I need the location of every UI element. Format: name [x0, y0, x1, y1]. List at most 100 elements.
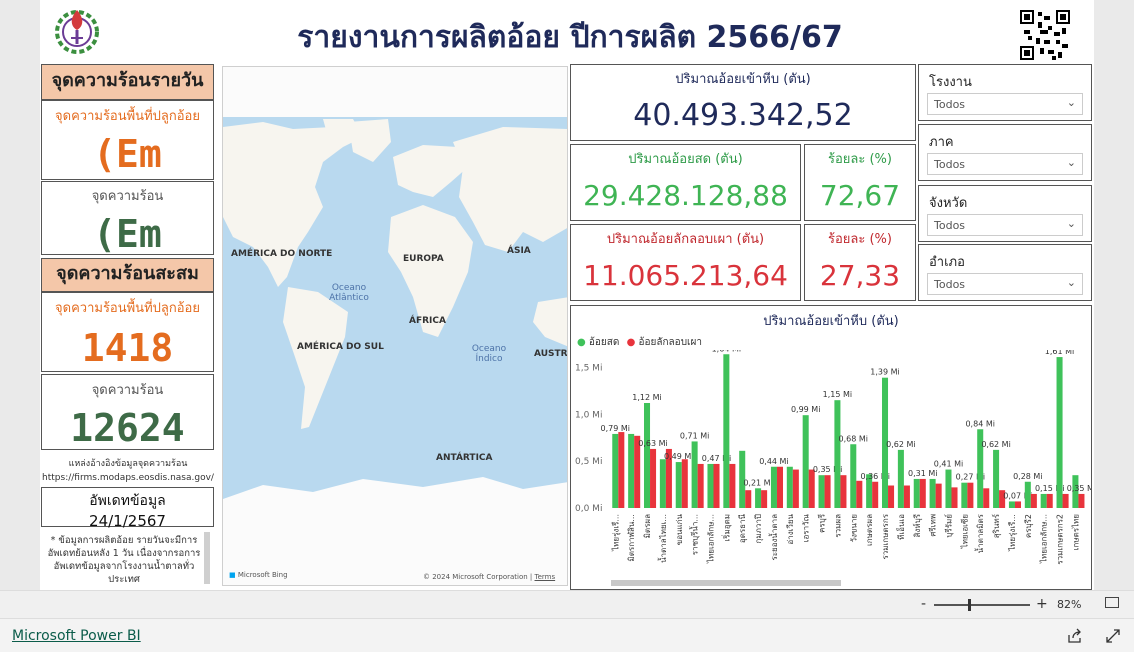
data-label-fresh: 0,79 Mi [601, 424, 630, 433]
bar-fresh [723, 354, 730, 508]
x-category-label: เกษตรไทย [1071, 514, 1080, 550]
chart-scrollbar[interactable] [611, 580, 841, 586]
fullscreen-icon[interactable] [1105, 628, 1121, 644]
region-slicer-label: ภาค [929, 135, 954, 150]
bar-fresh [1056, 357, 1063, 508]
data-update-note: * ข้อมูลการผลิตอ้อย รายวันจะมีการอัพเดทย… [47, 535, 201, 585]
report-canvas: รายงานการผลิตอ้อย ปีการผลิต 2566/67 จุดค… [40, 0, 1094, 590]
bar-burnt [808, 469, 815, 508]
map-canvas[interactable] [223, 67, 568, 586]
bar-fresh [945, 469, 952, 508]
bar-fresh [913, 478, 920, 508]
fit-page-icon[interactable] [1105, 597, 1119, 608]
cumulative-hotspot-card: จุดความร้อน 12624 [41, 374, 214, 450]
bar-burnt [713, 463, 720, 508]
x-category-label: ไทยรุ่งเรื... [1008, 514, 1017, 552]
data-label-fresh: 0,84 Mi [965, 419, 994, 428]
zoom-slider-handle[interactable] [968, 599, 971, 611]
factory-dropdown-value: Todos [934, 98, 966, 111]
source-reference-url[interactable]: https://firms.modaps.eosdis.nasa.gov/ [40, 472, 216, 484]
map-copyright: © 2024 Microsoft Corporation | Terms [423, 573, 556, 581]
legend-burnt-label: อ้อยลักลอบเผา [638, 337, 702, 348]
qr-code[interactable] [1020, 10, 1070, 60]
data-label-fresh: 0,68 Mi [839, 434, 868, 443]
powerbi-bottom-bar: Microsoft Power BI [0, 618, 1134, 652]
x-category-label: เริ่มอุดม [720, 514, 731, 542]
chevron-down-icon: ⌄ [1066, 276, 1076, 289]
province-dropdown[interactable]: Todos ⌄ [927, 214, 1083, 236]
map-label-europe: EUROPA [403, 254, 444, 264]
share-icon[interactable] [1067, 628, 1083, 644]
map-terms-link[interactable]: Terms [535, 573, 556, 581]
zoom-out-button[interactable]: - [921, 596, 926, 612]
bar-burnt [919, 478, 926, 508]
x-category-label: บุรีรัมย์ [943, 514, 953, 538]
region-dropdown[interactable]: Todos ⌄ [927, 153, 1083, 175]
province-slicer: จังหวัด Todos ⌄ [918, 185, 1092, 242]
bar-fresh [786, 466, 793, 508]
bar-burnt [1046, 493, 1053, 508]
data-label-fresh: 0,62 Mi [981, 440, 1010, 449]
district-slicer-label: อำเภอ [929, 255, 965, 270]
data-label-fresh: 1,12 Mi [632, 393, 661, 402]
zoom-in-button[interactable]: + [1036, 596, 1048, 612]
x-category-label: ขอนแก่น [675, 513, 684, 545]
factory-slicer: โรงงาน Todos ⌄ [918, 64, 1092, 121]
bar-burnt [1078, 493, 1085, 508]
data-label-burnt: 0,63 Mi [638, 439, 667, 448]
bar-chart[interactable]: 0,0 Mi 0,5 Mi 1,0 Mi 1,5 Mi 0,79 Mi ไทยรุ่งเร… [571, 350, 1091, 586]
y-tick-label: 1,5 Mi [575, 363, 602, 373]
data-label-fresh: 0,44 Mi [759, 457, 788, 466]
bar-fresh [755, 488, 762, 508]
daily-hotspot-card: จุดความร้อน (Em br... [41, 181, 214, 300]
bar-burnt [903, 485, 910, 508]
bing-logo: ■ Microsoft Bing [229, 571, 288, 579]
fresh-cane-card: ปริมาณอ้อยสด (ตัน) 29.428.128,88 [570, 144, 801, 221]
cumulative-hotspot-label: จุดความร้อน [91, 383, 164, 398]
world-map[interactable]: AMÉRICA DO NORTE EUROPA ÁSIA Oceano Atlâ… [222, 66, 568, 586]
zoom-slider-track[interactable] [934, 604, 1030, 606]
note-scrollbar[interactable] [204, 532, 210, 584]
data-label-fresh: 0,62 Mi [886, 440, 915, 449]
daily-cane-hotspot-card: จุดความร้อนพื้นที่ปลูกอ้อย (Em br... [41, 100, 214, 220]
bar-fresh [707, 463, 714, 508]
map-label-australia: AUSTRA [534, 349, 568, 359]
bar-burnt [761, 490, 768, 508]
zoom-level: 82% [1057, 598, 1082, 611]
bar-burnt [792, 469, 799, 508]
bar-burnt [697, 463, 704, 508]
bar-burnt [888, 485, 895, 508]
data-label-fresh: 0,21 Mi [743, 478, 772, 487]
x-category-label: ไทยเอกลักษ... [706, 514, 715, 564]
map-copyright-text: © 2024 Microsoft Corporation [423, 573, 528, 581]
province-slicer-label: จังหวัด [929, 196, 968, 211]
bar-fresh [850, 444, 857, 508]
fresh-cane-percent-value: 72,67 [819, 179, 901, 212]
map-label-south-america: AMÉRICA DO SUL [297, 342, 384, 352]
bar-fresh [1008, 501, 1015, 508]
bar-burnt [824, 475, 831, 508]
x-category-label: มิตรผล [643, 514, 652, 538]
burnt-cane-card: ปริมาณอ้อยลักลอบเผา (ตัน) 11.065.213,64 [570, 224, 801, 301]
update-card: อัพเดทข้อมูล 24/1/2567 [41, 487, 214, 530]
bar-burnt [618, 432, 625, 508]
x-category-label: น้ำตาลมิตร [974, 513, 985, 553]
daily-cane-hotspot-label: จุดความร้อนพื้นที่ปลูกอ้อย [55, 109, 200, 124]
x-category-label: ศรีเทพ [929, 514, 938, 537]
district-dropdown[interactable]: Todos ⌄ [927, 273, 1083, 295]
update-date: 24/1/2567 [89, 512, 166, 530]
x-category-label: กุมภวาปี [754, 514, 763, 543]
bar-fresh [897, 449, 904, 508]
bar-fresh [929, 478, 936, 508]
region-dropdown-value: Todos [934, 158, 966, 171]
factory-dropdown[interactable]: Todos ⌄ [927, 93, 1083, 115]
x-category-label: มิตรกาฬสิน... [627, 514, 636, 562]
cane-chart-card: ปริมาณอ้อยเข้าหีบ (ตัน) ● อ้อยสด ● อ้อยล… [570, 305, 1092, 590]
bar-burnt [650, 448, 657, 508]
y-tick-label: 1,0 Mi [575, 410, 602, 420]
district-slicer: อำเภอ Todos ⌄ [918, 244, 1092, 301]
bar-burnt [1014, 501, 1021, 508]
powerbi-link[interactable]: Microsoft Power BI [12, 628, 141, 644]
cumulative-cane-hotspot-label: จุดความร้อนพื้นที่ปลูกอ้อย [55, 301, 200, 316]
x-category-label: สิงห์บุรี [912, 513, 922, 537]
